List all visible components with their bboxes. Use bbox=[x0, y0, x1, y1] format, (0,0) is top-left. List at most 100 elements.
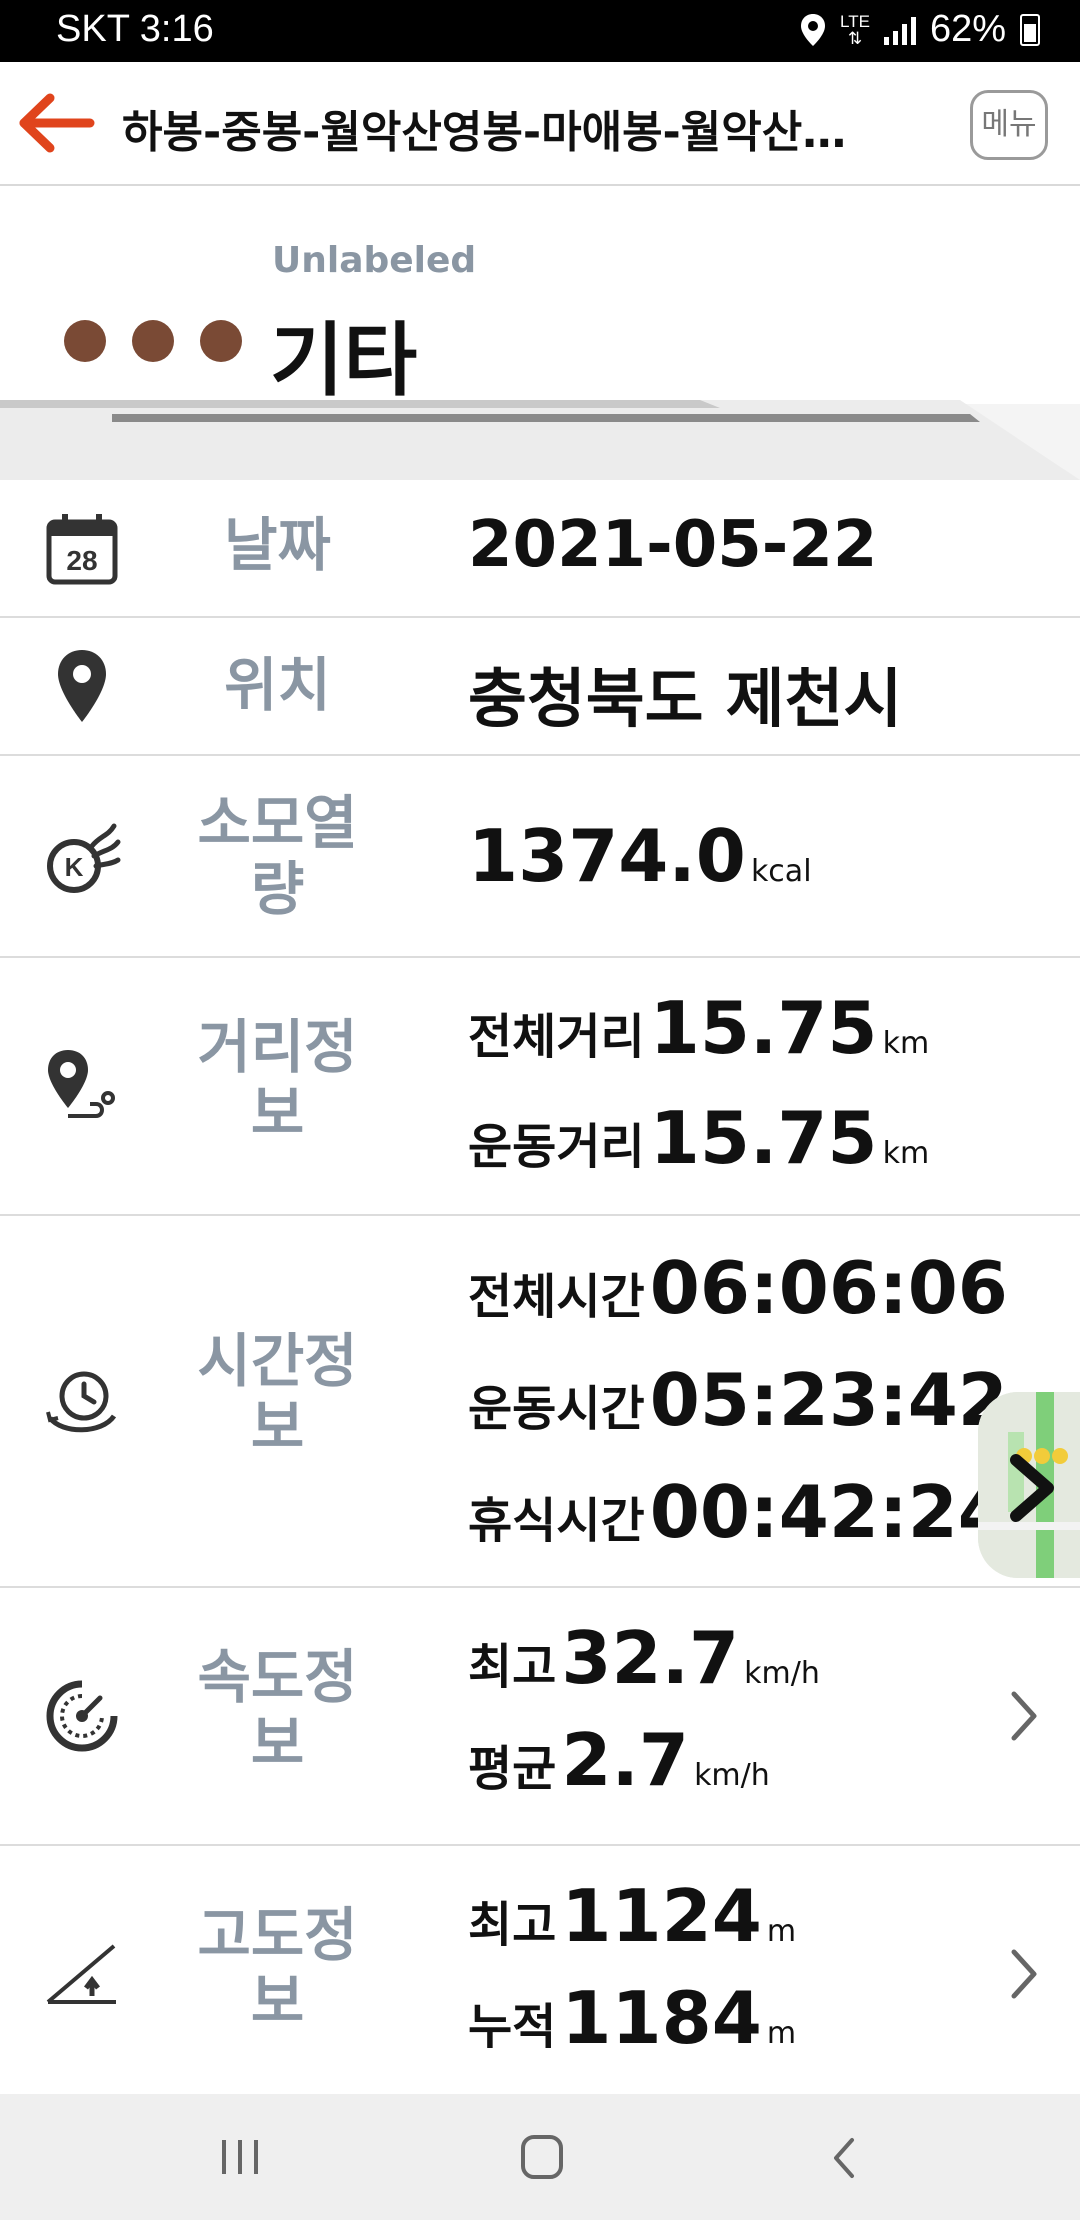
status-bar: SKT 3:16 LTE ⇅ 62% bbox=[0, 0, 1080, 62]
chevron-right-icon[interactable] bbox=[1004, 1944, 1044, 2004]
speedometer-icon bbox=[46, 1680, 118, 1752]
avg-speed-line: 평균 2.7 km/h bbox=[468, 1718, 770, 1802]
rest-time-label: 휴식시간 bbox=[468, 1493, 645, 1549]
total-distance-line: 전체거리 15.75 km bbox=[468, 986, 929, 1070]
moving-distance-line: 운동거리 15.75 km bbox=[468, 1096, 929, 1180]
nav-back-icon[interactable] bbox=[826, 2134, 862, 2182]
battery-percent: 62% bbox=[929, 8, 1006, 50]
speed-label-line1: 속도정 bbox=[197, 1643, 358, 1711]
data-arrows-icon: ⇅ bbox=[847, 28, 863, 48]
max-speed-label: 최고 bbox=[468, 1639, 557, 1695]
moving-distance-label: 운동거리 bbox=[468, 1119, 645, 1175]
back-arrow-icon[interactable] bbox=[18, 90, 98, 156]
max-altitude-label: 최고 bbox=[468, 1897, 557, 1953]
distance-label-line1: 거리정 bbox=[197, 1013, 358, 1081]
carrier-name: SKT bbox=[56, 8, 130, 50]
calories-unit: kcal bbox=[750, 854, 812, 889]
time-label-line2: 보 bbox=[250, 1393, 305, 1461]
speed-label: 속도정 보 bbox=[175, 1644, 380, 1776]
location-status-icon bbox=[801, 13, 826, 46]
time-row: 시간정 보 전체시간 06:06:06 운동시간 05:23:42 휴식시간 0… bbox=[0, 1216, 1080, 1588]
total-distance-value: 15.75 bbox=[649, 986, 878, 1070]
altitude-label-line2: 보 bbox=[250, 1967, 305, 2035]
max-speed-line: 최고 32.7 km/h bbox=[468, 1616, 820, 1700]
max-altitude-line: 최고 1124 m bbox=[468, 1874, 796, 1958]
calendar-icon: 28 bbox=[46, 514, 118, 585]
activity-category: 기타 bbox=[270, 314, 418, 407]
home-icon[interactable] bbox=[518, 2132, 566, 2182]
network-type: LTE ⇅ bbox=[840, 13, 870, 47]
calories-label-line1: 소모열 bbox=[197, 789, 358, 857]
moving-distance-unit: km bbox=[882, 1136, 930, 1171]
decorative-ribbon bbox=[0, 400, 1080, 480]
battery-icon bbox=[1020, 13, 1040, 46]
map-expand-arrow-icon bbox=[1010, 1454, 1054, 1522]
total-time-line: 전체시간 06:06:06 bbox=[468, 1246, 1008, 1330]
location-row: 위치 충청북도 제천시 bbox=[0, 618, 1080, 756]
calories-value: 1374.0 bbox=[468, 814, 746, 898]
status-right: LTE ⇅ 62% bbox=[800, 8, 1040, 51]
time-label: 시간정 보 bbox=[175, 1328, 380, 1460]
date-value: 2021-05-22 bbox=[468, 508, 878, 582]
avg-speed-unit: km/h bbox=[694, 1758, 770, 1793]
max-speed-unit: km/h bbox=[744, 1656, 820, 1691]
distance-route-icon bbox=[48, 1050, 115, 1118]
cumulative-altitude-value: 1184 bbox=[561, 1976, 762, 2060]
calories-value-line: 1374.0 kcal bbox=[468, 814, 812, 898]
calories-row: K 소모열 량 1374.0 kcal bbox=[0, 756, 1080, 958]
max-altitude-value: 1124 bbox=[561, 1874, 762, 1958]
cumulative-altitude-label: 누적 bbox=[468, 1999, 557, 2055]
moving-time-line: 운동시간 05:23:42 bbox=[468, 1358, 1008, 1442]
location-value: 충청북도 제천시 bbox=[468, 663, 903, 737]
recent-apps-icon[interactable] bbox=[218, 2134, 262, 2180]
calories-label-line2: 량 bbox=[250, 855, 305, 923]
rest-time-line: 휴식시간 00:42:24 bbox=[468, 1470, 1008, 1554]
time-clock-icon bbox=[46, 1371, 117, 1433]
location-label: 위치 bbox=[224, 651, 331, 719]
max-speed-value: 32.7 bbox=[561, 1616, 740, 1700]
distance-label: 거리정 보 bbox=[175, 1014, 380, 1146]
signal-icon bbox=[883, 15, 916, 45]
avg-speed-label: 평균 bbox=[468, 1741, 557, 1797]
cumulative-altitude-unit: m bbox=[766, 2016, 797, 2051]
max-altitude-unit: m bbox=[766, 1914, 797, 1949]
distance-row: 거리정 보 전체거리 15.75 km 운동거리 15.75 km bbox=[0, 958, 1080, 1216]
menu-button[interactable]: 메뉴 bbox=[970, 90, 1048, 160]
total-time-value: 06:06:06 bbox=[649, 1246, 1008, 1330]
activity-header: Unlabeled 기타 bbox=[0, 186, 1080, 480]
svg-text:28: 28 bbox=[66, 545, 97, 576]
avg-speed-value: 2.7 bbox=[561, 1718, 689, 1802]
time-label-line1: 시간정 bbox=[197, 1327, 358, 1395]
calories-label: 소모열 량 bbox=[175, 790, 380, 922]
moving-time-label: 운동시간 bbox=[468, 1381, 645, 1437]
page-title: 하봉-중봉-월악산영봉-마애봉-월악산국… bbox=[122, 107, 882, 158]
calorie-flame-icon: K bbox=[47, 823, 121, 893]
altitude-label: 고도정 보 bbox=[175, 1902, 380, 2034]
moving-distance-value: 15.75 bbox=[649, 1096, 878, 1180]
total-distance-unit: km bbox=[882, 1026, 930, 1061]
total-distance-label: 전체거리 bbox=[468, 1009, 645, 1065]
system-nav-bar bbox=[0, 2094, 1080, 2220]
altitude-label-line1: 고도정 bbox=[197, 1901, 358, 1969]
moving-time-value: 05:23:42 bbox=[649, 1358, 1008, 1442]
activity-dots-icon bbox=[64, 320, 242, 362]
map-thumbnail[interactable] bbox=[978, 1392, 1080, 1578]
total-time-label: 전체시간 bbox=[468, 1269, 645, 1325]
activity-tag: Unlabeled bbox=[272, 240, 477, 281]
distance-label-line2: 보 bbox=[250, 1079, 305, 1147]
cumulative-altitude-line: 누적 1184 m bbox=[468, 1976, 796, 2060]
network-label: LTE bbox=[840, 11, 870, 31]
svg-text:K: K bbox=[65, 852, 84, 882]
clock: 3:16 bbox=[139, 8, 214, 50]
status-left: SKT 3:16 bbox=[56, 8, 214, 51]
date-label: 날짜 bbox=[224, 511, 331, 579]
speed-row[interactable]: 속도정 보 최고 32.7 km/h 평균 2.7 km/h bbox=[0, 1588, 1080, 1846]
speed-label-line2: 보 bbox=[250, 1709, 305, 1777]
rest-time-value: 00:42:24 bbox=[649, 1470, 1008, 1554]
app-header: 하봉-중봉-월악산영봉-마애봉-월악산국… 메뉴 bbox=[0, 62, 1080, 186]
altitude-slope-icon bbox=[46, 1944, 116, 2004]
date-row: 28 날짜 2021-05-22 bbox=[0, 480, 1080, 618]
altitude-row[interactable]: 고도정 보 최고 1124 m 누적 1184 m bbox=[0, 1846, 1080, 2094]
location-pin-icon bbox=[58, 650, 106, 722]
chevron-right-icon[interactable] bbox=[1004, 1686, 1044, 1746]
